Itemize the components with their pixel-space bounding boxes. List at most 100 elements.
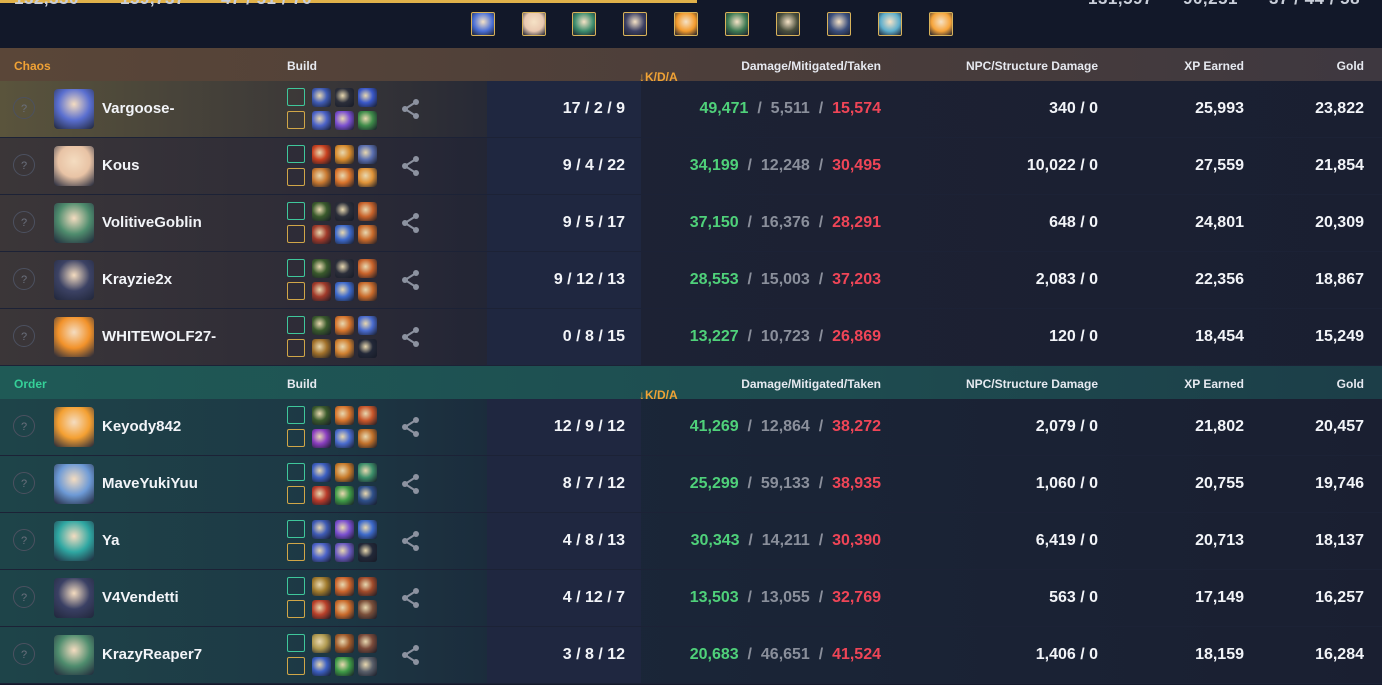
item-icon[interactable] [358,634,377,653]
item-icon[interactable] [335,225,354,244]
item-icon[interactable] [335,657,354,676]
player-row[interactable]: ? KrazyReaper7 3 / 8 / 12 20,683 / 46,651 /… [0,627,1382,684]
volitivegoblin-god-icon[interactable] [572,12,596,36]
god-portrait-icon[interactable] [54,464,94,504]
player-row[interactable]: ? Ya 4 / 8 / 13 30,343 / 14,211 / 30,390 6,4… [0,513,1382,570]
krayzie2x-god-icon[interactable] [623,12,647,36]
player-row[interactable]: ? MaveYukiYuu 8 / 7 / 12 25,299 / 59,133 / … [0,456,1382,513]
item-icon[interactable] [312,145,331,164]
player-name[interactable]: WHITEWOLF27- [102,328,216,345]
share-icon[interactable] [401,269,421,291]
item-icon[interactable] [335,168,354,187]
item-icon[interactable] [335,259,354,278]
item-icon[interactable] [358,339,377,358]
item-icon[interactable] [335,463,354,482]
item-icon[interactable] [312,339,331,358]
item-icon[interactable] [358,600,377,619]
item-icon[interactable] [358,486,377,505]
relic-slot-1[interactable] [287,145,305,163]
item-icon[interactable] [335,316,354,335]
item-icon[interactable] [358,520,377,539]
item-icon[interactable] [358,463,377,482]
item-icon[interactable] [312,259,331,278]
item-icon[interactable] [312,111,331,130]
npc-column-header[interactable]: NPC/Structure Damage [966,59,1098,73]
item-icon[interactable] [312,316,331,335]
god-portrait-icon[interactable] [54,260,94,300]
relic-slot-2[interactable] [287,111,305,129]
item-icon[interactable] [335,600,354,619]
gold-column-header[interactable]: Gold [1337,59,1364,73]
keyody-god-icon[interactable] [725,12,749,36]
npc-column-header[interactable]: NPC/Structure Damage [966,377,1098,391]
item-icon[interactable] [312,282,331,301]
item-icon[interactable] [312,429,331,448]
god-portrait-icon[interactable] [54,635,94,675]
share-icon[interactable] [401,473,421,495]
relic-slot-1[interactable] [287,259,305,277]
item-icon[interactable] [312,486,331,505]
player-row[interactable]: ? WHITEWOLF27- 0 / 8 / 15 13,227 / 10,723 /… [0,309,1382,366]
god-portrait-icon[interactable] [54,521,94,561]
share-icon[interactable] [401,212,421,234]
gold-column-header[interactable]: Gold [1337,377,1364,391]
ya-god-icon[interactable] [827,12,851,36]
item-icon[interactable] [358,145,377,164]
item-icon[interactable] [312,520,331,539]
share-icon[interactable] [401,155,421,177]
item-icon[interactable] [335,634,354,653]
item-icon[interactable] [358,88,377,107]
whitewolf-god-icon[interactable] [674,12,698,36]
item-icon[interactable] [312,600,331,619]
item-icon[interactable] [335,543,354,562]
god-portrait-icon[interactable] [54,407,94,447]
player-name[interactable]: V4Vendetti [102,589,179,606]
share-icon[interactable] [401,644,421,666]
relic-slot-1[interactable] [287,520,305,538]
relic-slot-2[interactable] [287,339,305,357]
xp-column-header[interactable]: XP Earned [1184,59,1244,73]
god-portrait-icon[interactable] [54,89,94,129]
share-icon[interactable] [401,587,421,609]
item-icon[interactable] [358,259,377,278]
god-portrait-icon[interactable] [54,203,94,243]
xp-column-header[interactable]: XP Earned [1184,377,1244,391]
relic-slot-1[interactable] [287,406,305,424]
damage-column-header[interactable]: Damage/Mitigated/Taken [741,377,881,391]
player-row[interactable]: ? VolitiveGoblin 9 / 5 / 17 37,150 / 16,376… [0,195,1382,252]
item-icon[interactable] [358,406,377,425]
item-icon[interactable] [358,282,377,301]
relic-slot-1[interactable] [287,316,305,334]
item-icon[interactable] [312,225,331,244]
vargoose-god-icon[interactable] [471,12,495,36]
god-portrait-icon[interactable] [54,578,94,618]
item-icon[interactable] [312,406,331,425]
share-icon[interactable] [401,530,421,552]
item-icon[interactable] [358,657,377,676]
item-icon[interactable] [335,429,354,448]
relic-slot-2[interactable] [287,429,305,447]
item-icon[interactable] [312,577,331,596]
item-icon[interactable] [335,282,354,301]
item-icon[interactable] [312,463,331,482]
item-icon[interactable] [312,168,331,187]
player-name[interactable]: Keyody842 [102,418,181,435]
item-icon[interactable] [335,111,354,130]
damage-column-header[interactable]: Damage/Mitigated/Taken [741,59,881,73]
relic-slot-2[interactable] [287,168,305,186]
maveyuki-god-icon[interactable] [776,12,800,36]
item-icon[interactable] [335,145,354,164]
player-name[interactable]: Krayzie2x [102,271,172,288]
share-icon[interactable] [401,98,421,120]
item-icon[interactable] [358,429,377,448]
v4vendetti-god-icon[interactable] [878,12,902,36]
player-name[interactable]: Kous [102,157,140,174]
player-row[interactable]: ? Keyody842 12 / 9 / 12 41,269 / 12,864 / 3… [0,399,1382,456]
relic-slot-1[interactable] [287,88,305,106]
krazyreaper-god-icon[interactable] [929,12,953,36]
relic-slot-2[interactable] [287,600,305,618]
item-icon[interactable] [335,520,354,539]
player-row[interactable]: ? Krayzie2x 9 / 12 / 13 28,553 / 15,003 / 3… [0,252,1382,309]
player-name[interactable]: VolitiveGoblin [102,214,202,231]
player-name[interactable]: Ya [102,532,120,549]
